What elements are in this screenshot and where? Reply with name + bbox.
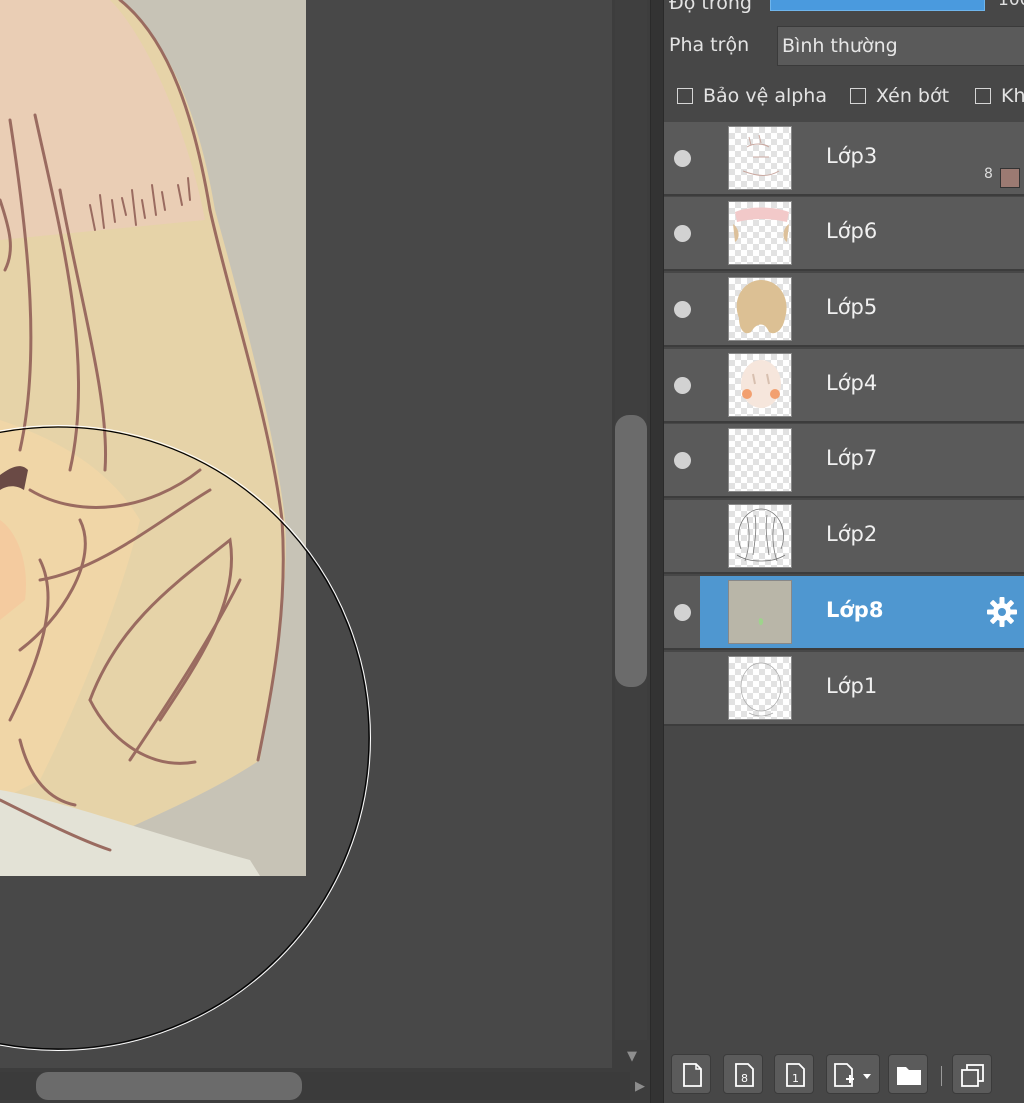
layer-row-lop6[interactable]: Lớp6 <box>664 197 1024 271</box>
checkbox-box[interactable] <box>975 88 991 104</box>
visibility-dot-icon[interactable] <box>674 377 691 394</box>
artwork-image <box>0 0 306 876</box>
svg-text:8: 8 <box>741 1072 748 1085</box>
new-1bit-layer-button[interactable]: 1 <box>774 1054 814 1094</box>
layer-thumbnail <box>728 656 792 720</box>
blend-mode-label: Pha trộn <box>669 34 750 56</box>
copy-layer-icon <box>961 1064 984 1087</box>
protect-alpha-checkbox[interactable]: Bảo vệ alpha <box>677 84 827 108</box>
folder-icon <box>897 1067 921 1085</box>
layer-row-lop1[interactable]: Lớp1 <box>664 652 1024 726</box>
layer-row-lop7[interactable]: Lớp7 <box>664 424 1024 498</box>
visibility-dot-icon[interactable] <box>674 452 691 469</box>
clipping-checkbox[interactable]: Xén bớt <box>850 84 949 108</box>
scroll-right-arrow-icon[interactable]: ▶ <box>630 1075 650 1099</box>
new-8bit-layer-button[interactable]: 8 <box>723 1054 763 1094</box>
add-layer-dropdown-icon <box>834 1063 871 1087</box>
new-layer-icon <box>683 1063 702 1087</box>
gear-icon[interactable] <box>986 596 1018 628</box>
layer-name: Lớp2 <box>826 522 878 546</box>
toolbar-separator <box>941 1066 942 1086</box>
svg-text:1: 1 <box>792 1072 799 1085</box>
new-folder-button[interactable] <box>888 1054 928 1094</box>
layer-row-lop8[interactable]: Lớp8 <box>664 576 1024 650</box>
layer-thumbnail <box>728 353 792 417</box>
blend-mode-select[interactable]: Bình thường <box>777 26 1024 66</box>
new-8bit-layer-icon: 8 <box>735 1063 754 1087</box>
visibility-dot-icon[interactable] <box>674 301 691 318</box>
protect-alpha-label: Bảo vệ alpha <box>703 85 827 107</box>
layer-name: Lớp3 <box>826 144 878 168</box>
layer-thumbnail <box>728 126 792 190</box>
layer-thumbnail <box>728 580 792 644</box>
opacity-slider[interactable] <box>770 0 985 11</box>
visibility-dot-icon[interactable] <box>674 604 691 621</box>
layer-thumbnail <box>728 428 792 492</box>
layer-name: Lớp5 <box>826 295 878 319</box>
layer-thumbnail <box>728 201 792 265</box>
drawing-canvas[interactable] <box>0 0 612 1068</box>
layer-name: Lớp6 <box>826 219 878 243</box>
checkbox-box[interactable] <box>850 88 866 104</box>
layer-row-lop4[interactable]: Lớp4 <box>664 349 1024 423</box>
checkbox-box[interactable] <box>677 88 693 104</box>
lock-label: Kh <box>1001 85 1024 107</box>
layer-row-lop5[interactable]: Lớp5 <box>664 273 1024 347</box>
layer-thumbnail <box>728 504 792 568</box>
layer-list: Lớp3 8 Lớp6 Lớp5 Lớp4 Lớp7 Lớp2 Lớp8 Lớp… <box>664 122 1024 1042</box>
visibility-dot-icon[interactable] <box>674 225 691 242</box>
scroll-down-arrow-icon[interactable]: ▼ <box>622 1050 642 1064</box>
new-layer-button[interactable] <box>671 1054 711 1094</box>
layer-name: Lớp4 <box>826 371 878 395</box>
add-layer-dropdown-button[interactable] <box>826 1054 880 1094</box>
layer-bit-badge: 8 <box>984 166 993 182</box>
layer-name: Lớp1 <box>826 674 878 698</box>
layer-thumbnail <box>728 277 792 341</box>
copy-layer-button[interactable] <box>952 1054 992 1094</box>
layer-name: Lớp7 <box>826 446 878 470</box>
lock-checkbox[interactable]: Kh <box>975 84 1024 108</box>
horizontal-scroll-thumb[interactable] <box>36 1072 302 1100</box>
layer-name: Lớp8 <box>826 598 884 622</box>
opacity-label: Độ trong <box>669 0 752 14</box>
new-1bit-layer-icon: 1 <box>786 1063 805 1087</box>
clipping-label: Xén bớt <box>876 85 950 107</box>
panel-splitter[interactable] <box>650 0 664 1103</box>
visibility-dot-icon[interactable] <box>674 150 691 167</box>
layer-row-lop3[interactable]: Lớp3 8 <box>664 122 1024 196</box>
opacity-value: 100 <box>998 0 1024 10</box>
layer-color-swatch[interactable] <box>1000 168 1020 188</box>
vertical-scroll-thumb[interactable] <box>615 415 647 687</box>
layer-row-lop2[interactable]: Lớp2 <box>664 500 1024 574</box>
